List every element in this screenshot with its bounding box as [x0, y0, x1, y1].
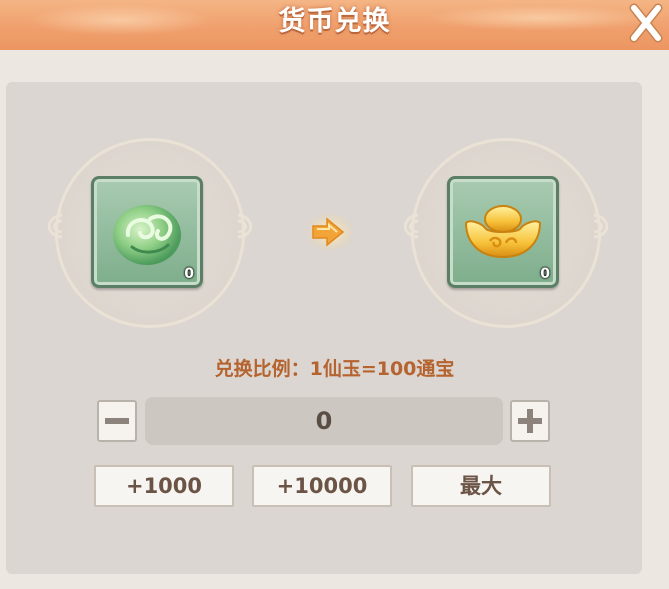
target-item-count: 0 — [540, 266, 550, 282]
add-10000-button[interactable]: +10000 — [252, 465, 392, 507]
dialog-title: 货币兑换 — [278, 6, 391, 37]
close-icon — [629, 3, 663, 43]
ornament-icon — [237, 213, 253, 239]
minus-icon — [105, 418, 129, 424]
ornament-icon — [47, 213, 63, 239]
add-1000-button[interactable]: +1000 — [94, 465, 234, 507]
jade-cloud-icon — [113, 205, 181, 265]
decrease-button[interactable] — [97, 400, 137, 442]
quantity-input[interactable]: 0 — [145, 397, 503, 445]
ornament-icon — [593, 213, 609, 239]
source-item-slot[interactable]: 0 — [91, 176, 203, 288]
increase-button[interactable] — [510, 400, 550, 442]
plus-icon — [518, 409, 542, 433]
title-bar: 货币兑换 — [0, 0, 669, 50]
max-button[interactable]: 最大 — [411, 465, 551, 507]
target-item-slot[interactable]: 0 — [447, 176, 559, 288]
gold-ingot-icon — [464, 205, 542, 259]
ornament-icon — [403, 213, 419, 239]
exchange-ratio-text: 兑换比例：1仙玉=100通宝 — [214, 358, 455, 380]
source-item-count: 0 — [184, 266, 194, 282]
close-button[interactable] — [622, 0, 669, 50]
arrow-right-icon — [305, 212, 355, 252]
